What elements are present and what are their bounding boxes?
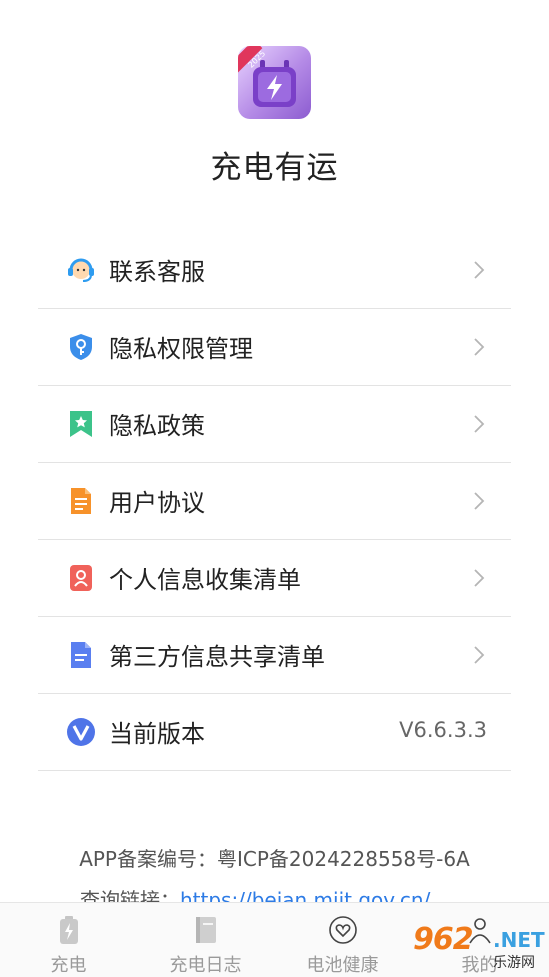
book-icon: [195, 917, 216, 943]
v-logo-icon: [67, 718, 95, 746]
menu-item-label: 个人信息收集清单: [109, 566, 301, 594]
customer-service-icon: [68, 258, 94, 282]
tab-battery-health[interactable]: 电池健康: [274, 903, 411, 977]
menu-item-label: 隐私权限管理: [109, 335, 253, 363]
menu-item-privacy-policy[interactable]: 隐私政策: [38, 386, 511, 463]
chevron-right-icon: [474, 569, 485, 587]
file-list-icon: [71, 642, 91, 668]
chevron-right-icon: [474, 646, 485, 664]
tab-label: 电池健康: [306, 955, 379, 976]
menu-item-privacy-permissions[interactable]: 隐私权限管理: [38, 309, 511, 386]
site-watermark: 962 .NET 乐游网: [413, 922, 545, 971]
chevron-right-icon: [474, 261, 485, 279]
battery-icon: [59, 916, 78, 944]
tab-label: 充电: [50, 955, 87, 976]
menu-item-personal-info-list[interactable]: 个人信息收集清单: [38, 540, 511, 617]
heart-icon: [328, 916, 357, 944]
menu-item-label: 隐私政策: [109, 412, 205, 440]
settings-menu: 联系客服 隐私权限管理 隐私政策 用户协议 个人信息收集清单 第三方信息共享清单…: [38, 232, 511, 771]
menu-item-label: 用户协议: [109, 489, 205, 517]
watermark-number: 962: [413, 922, 474, 957]
tab-charge[interactable]: 充电: [0, 903, 137, 977]
menu-item-label: 当前版本: [109, 720, 205, 748]
menu-item-label: 联系客服: [109, 258, 205, 286]
menu-item-user-agreement[interactable]: 用户协议: [38, 463, 511, 540]
icp-record-text: APP备案编号：粤ICP备2024228558号-6A: [79, 847, 470, 871]
menu-item-third-party-sharing[interactable]: 第三方信息共享清单: [38, 617, 511, 694]
tab-label: 充电日志: [169, 955, 242, 976]
menu-item-label: 第三方信息共享清单: [109, 643, 325, 671]
chevron-right-icon: [474, 338, 485, 356]
app-logo: 2025: [238, 46, 311, 119]
menu-item-contact-service[interactable]: 联系客服: [38, 232, 511, 309]
document-icon: [71, 488, 91, 514]
version-number: V6.6.3.3: [399, 718, 487, 742]
chevron-right-icon: [474, 415, 485, 433]
menu-item-current-version[interactable]: 当前版本 V6.6.3.3: [38, 694, 511, 771]
charger-logo-icon: 2025: [238, 46, 296, 107]
person-card-icon: [70, 565, 92, 591]
watermark-net: .NET: [493, 928, 545, 952]
app-title: 充电有运: [210, 150, 339, 186]
shield-key-icon: [70, 334, 92, 360]
tab-charge-log[interactable]: 充电日志: [137, 903, 274, 977]
watermark-sub: 乐游网: [493, 955, 535, 971]
chevron-right-icon: [474, 492, 485, 510]
bookmark-star-icon: [70, 411, 92, 437]
